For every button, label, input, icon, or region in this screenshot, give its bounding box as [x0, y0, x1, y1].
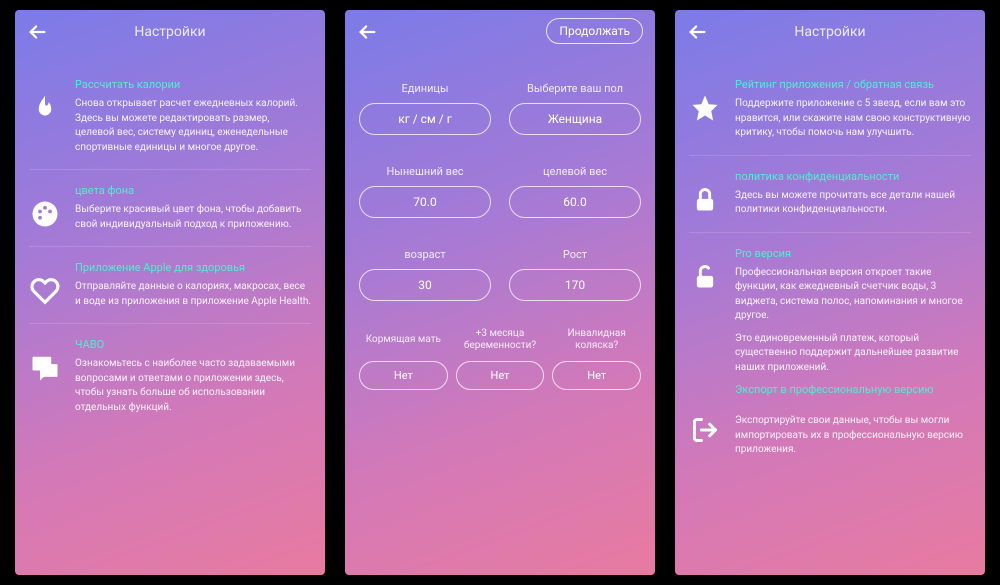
chat-icon — [29, 352, 61, 384]
setting-rating-feedback[interactable]: Рейтинг приложения / обратная связь Подд… — [689, 64, 971, 156]
current-weight-input[interactable]: 70.0 — [359, 186, 491, 218]
export-icon — [689, 414, 721, 446]
units-label: Единицы — [359, 82, 491, 95]
setting-apple-health[interactable]: Приложение Apple для здоровья Отправляйт… — [29, 247, 311, 324]
setting-calculate-calories[interactable]: Рассчитать калории Снова открывает расче… — [29, 64, 311, 170]
star-icon — [689, 92, 721, 124]
target-weight-input[interactable]: 60.0 — [509, 186, 641, 218]
setting-privacy-policy[interactable]: политика конфиденциальности Здесь вы мож… — [689, 156, 971, 233]
page-title: Настройки — [29, 24, 311, 40]
back-button[interactable] — [25, 20, 49, 44]
setting-title: Приложение Apple для здоровья — [75, 261, 311, 274]
gender-selector[interactable]: Женщина — [509, 103, 641, 135]
units-selector[interactable]: кг / см / г — [359, 103, 491, 135]
form-content: Единицы кг / см / г Выберите ваш пол Жен… — [345, 54, 655, 575]
lock-open-icon — [689, 261, 721, 293]
setting-title: Рассчитать калории — [75, 78, 311, 91]
header: Настройки — [675, 10, 985, 54]
height-input[interactable]: 170 — [509, 269, 641, 301]
back-button[interactable] — [685, 20, 709, 44]
nursing-toggle[interactable]: Нет — [359, 361, 448, 390]
back-arrow-icon — [356, 21, 378, 43]
target-weight-label: целевой вес — [509, 165, 641, 178]
setting-desc: Профессиональная версия откроет такие фу… — [735, 266, 971, 324]
age-input[interactable]: 30 — [359, 269, 491, 301]
wheelchair-label: Инвалидная коляска? — [552, 327, 641, 353]
setting-desc: Отправляйте данные о калориях, макросах,… — [75, 280, 311, 309]
setting-background-colors[interactable]: цвета фона Выберите красивый цвет фона, … — [29, 170, 311, 247]
lock-icon — [689, 184, 721, 216]
setting-export[interactable]: Экспортируйте свои данные, чтобы вы могл… — [689, 410, 971, 472]
height-label: Рост — [509, 248, 641, 261]
settings-screen-2: Настройки Рейтинг приложения / обратная … — [675, 10, 985, 575]
age-label: возраст — [359, 248, 491, 261]
setting-desc: Поддержите приложение с 5 звезд, если ва… — [735, 97, 971, 141]
current-weight-label: Нынешний вес — [359, 165, 491, 178]
palette-icon — [29, 198, 61, 230]
setting-desc: Ознакомьтесь с наиболее часто задаваемым… — [75, 357, 311, 415]
page-title: Настройки — [689, 24, 971, 40]
setting-title: Рейтинг приложения / обратная связь — [735, 78, 971, 91]
setting-desc: Выберите красивый цвет фона, чтобы добав… — [75, 203, 311, 232]
profile-form-screen: Продолжать Единицы кг / см / г Выберите … — [345, 10, 655, 575]
pregnant-toggle[interactable]: Нет — [456, 361, 545, 390]
header: Настройки — [15, 10, 325, 54]
back-arrow-icon — [686, 21, 708, 43]
header: Продолжать — [345, 10, 655, 54]
setting-title: политика конфиденциальности — [735, 170, 971, 183]
setting-desc: Экспортируйте свои данные, чтобы вы могл… — [735, 414, 971, 458]
settings-list: Рейтинг приложения / обратная связь Подд… — [675, 54, 985, 575]
fire-icon — [29, 92, 61, 124]
export-pro-link[interactable]: Экспорт в профессиональную версию — [735, 383, 971, 396]
setting-title: Pro версия — [735, 247, 971, 260]
setting-title: ЧАВО — [75, 338, 311, 351]
settings-list: Рассчитать калории Снова открывает расче… — [15, 54, 325, 575]
setting-pro-version[interactable]: Pro версия Профессиональная версия откро… — [689, 233, 971, 411]
wheelchair-toggle[interactable]: Нет — [552, 361, 641, 390]
gender-label: Выберите ваш пол — [509, 82, 641, 95]
setting-title: цвета фона — [75, 184, 311, 197]
setting-extra: Это единовременный платеж, который сущес… — [735, 332, 971, 376]
setting-faq[interactable]: ЧАВО Ознакомьтесь с наиболее часто задав… — [29, 324, 311, 429]
pregnant-label: +3 месяца беременности? — [456, 327, 545, 353]
back-button[interactable] — [355, 20, 379, 44]
continue-button[interactable]: Продолжать — [546, 18, 643, 44]
nursing-label: Кормящая мать — [359, 327, 448, 353]
heart-icon — [29, 275, 61, 307]
setting-desc: Здесь вы можете прочитать все детали наш… — [735, 189, 971, 218]
back-arrow-icon — [26, 21, 48, 43]
settings-screen-1: Настройки Рассчитать калории Снова откры… — [15, 10, 325, 575]
setting-desc: Снова открывает расчет ежедневных калори… — [75, 97, 311, 155]
